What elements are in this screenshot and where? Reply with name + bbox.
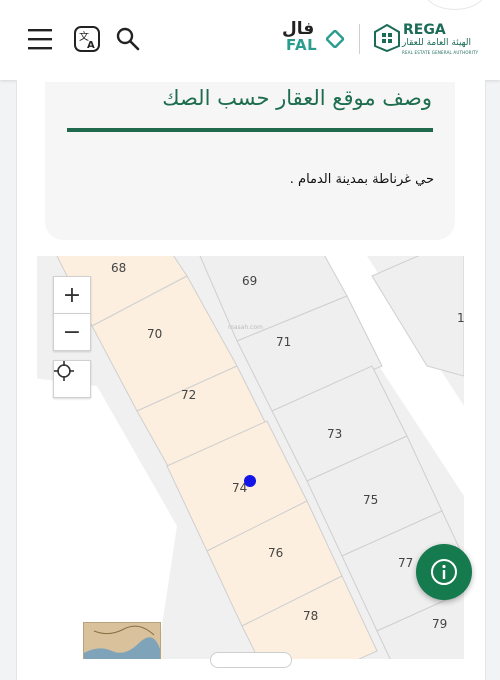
- crosshair-icon: [54, 361, 74, 381]
- svg-text:A: A: [87, 40, 95, 51]
- rega-logo-ar: الهيئة العامة للعقار: [402, 38, 472, 48]
- plot-label: 69: [242, 274, 257, 288]
- map-canvas[interactable]: 68697071727374757677787917: [37, 256, 464, 659]
- fal-mark-icon: [326, 30, 344, 48]
- plot-label: 68: [111, 261, 126, 275]
- title-underline: [67, 128, 433, 132]
- hamburger-menu-icon[interactable]: [26, 24, 56, 54]
- logo-divider: [359, 24, 360, 54]
- search-icon[interactable]: [113, 24, 143, 54]
- minimap-thumbnail[interactable]: [83, 622, 161, 659]
- section-title: وصف موقع العقار حسب الصك: [162, 86, 432, 110]
- plot-label: 72: [181, 388, 196, 402]
- info-icon: [431, 559, 457, 585]
- translate-icon[interactable]: 文A: [72, 24, 102, 54]
- info-button[interactable]: [416, 544, 472, 600]
- plot-label: 70: [147, 327, 162, 341]
- profile-button[interactable]: [424, 0, 486, 10]
- locate-button[interactable]: [53, 360, 91, 398]
- map-watermark: masah.com: [228, 324, 263, 331]
- app-header: 文A فال FAL REGA الهيئة العامة للعقار REA…: [0, 0, 500, 80]
- plot-label: 79: [432, 617, 447, 631]
- rega-logo-tagline: REAL ESTATE GENERAL AUTHORITY: [402, 50, 479, 55]
- plot-label: 75: [363, 493, 378, 507]
- zoom-in-button[interactable]: +: [53, 276, 91, 314]
- plot-label: 76: [268, 546, 283, 560]
- rega-logo: REGA الهيئة العامة للعقار REAL ESTATE GE…: [372, 22, 478, 58]
- zoom-out-button[interactable]: −: [53, 313, 91, 351]
- plot-label: 17: [457, 311, 464, 325]
- plot-label: 71: [276, 335, 291, 349]
- plot-label: 73: [327, 427, 342, 441]
- plot-label: 78: [303, 609, 318, 623]
- minimap-image: [84, 623, 160, 659]
- fal-logo: فال FAL: [282, 19, 350, 56]
- deed-location-text: حي غرناطة بمدينة الدمام .: [289, 172, 434, 187]
- bottom-sheet-handle[interactable]: [210, 652, 292, 668]
- rega-logo-en: REGA: [403, 22, 446, 38]
- plot-map[interactable]: 68697071727374757677787917 masah.com + −: [37, 256, 464, 659]
- location-marker[interactable]: [244, 475, 256, 487]
- plot-label: 77: [398, 556, 413, 570]
- fal-logo-latin: FAL: [286, 36, 318, 54]
- rega-mark-icon: [374, 24, 400, 52]
